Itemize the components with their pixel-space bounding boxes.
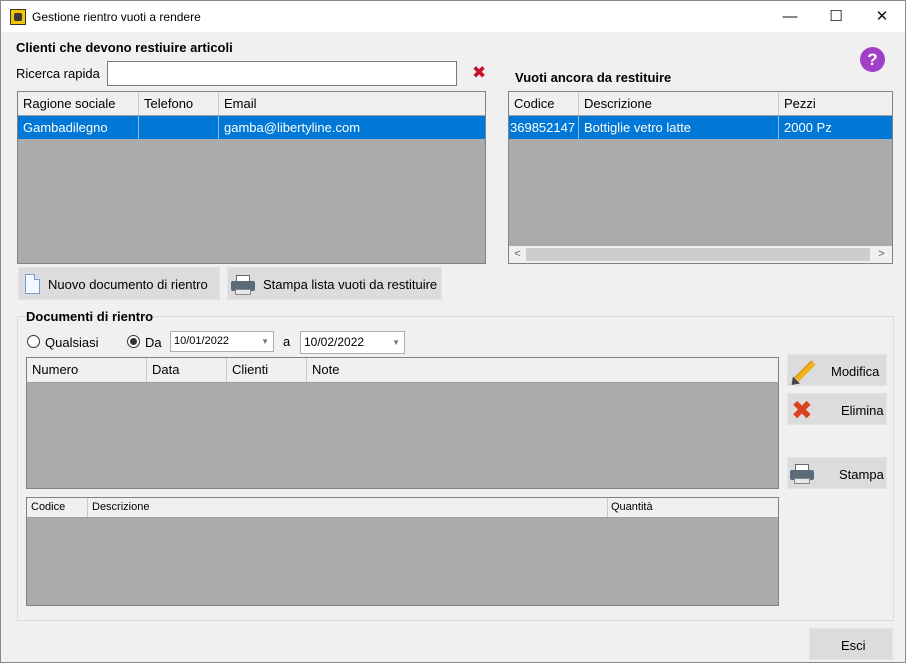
date-to-label: a <box>283 334 291 349</box>
window-title: Gestione rientro vuoti a rendere <box>32 10 201 24</box>
title-bar: Gestione rientro vuoti a rendere — ☐ ✕ <box>1 1 905 32</box>
cell-descrizione: Bottiglie vetro latte <box>579 116 779 139</box>
scroll-thumb[interactable] <box>526 248 870 261</box>
scroll-right-icon[interactable]: > <box>873 246 890 263</box>
delete-label: Elimina <box>841 403 884 418</box>
column-header[interactable]: Clienti <box>227 358 307 382</box>
column-header[interactable]: Codice <box>509 92 579 115</box>
date-to-picker[interactable]: 10/02/2022 ▼ <box>300 331 405 354</box>
delete-x-icon: ✖ <box>791 395 813 425</box>
clients-section-title: Clienti che devono restiuire articoli <box>16 40 233 55</box>
clients-grid-header: Ragione sociale Telefono Email <box>18 92 485 116</box>
cell-telefono <box>139 116 219 139</box>
printer-icon <box>231 275 255 295</box>
column-header[interactable]: Codice <box>27 498 88 517</box>
printer-icon <box>790 464 814 484</box>
table-row[interactable]: 369852147 Bottiglie vetro latte 2000 Pz <box>509 116 892 139</box>
filter-from-radio[interactable] <box>127 335 140 348</box>
column-header[interactable]: Telefono <box>139 92 219 115</box>
new-document-label: Nuovo documento di rientro <box>48 277 208 292</box>
column-header[interactable]: Descrizione <box>579 92 779 115</box>
date-from-value: 10/01/2022 <box>174 335 230 347</box>
filter-any-label[interactable]: Qualsiasi <box>45 335 98 350</box>
cell-codice: 369852147 <box>509 116 579 139</box>
empties-grid[interactable]: Codice Descrizione Pezzi 369852147 Botti… <box>508 91 893 264</box>
new-document-button[interactable]: Nuovo documento di rientro <box>18 267 220 300</box>
table-row[interactable]: Gambadilegno gamba@libertyline.com <box>18 116 485 139</box>
empties-grid-header: Codice Descrizione Pezzi <box>509 92 892 116</box>
new-document-icon <box>25 274 40 294</box>
detail-grid-header: Codice Descrizione Quantità <box>27 498 778 518</box>
column-header[interactable]: Data <box>147 358 227 382</box>
exit-label: Esci <box>841 638 866 653</box>
delete-button[interactable]: ✖ Elimina <box>787 393 887 425</box>
exit-button[interactable]: Esci <box>809 628 893 660</box>
column-header[interactable]: Numero <box>27 358 147 382</box>
chevron-down-icon[interactable]: ▼ <box>392 332 400 353</box>
minimize-button[interactable]: — <box>767 1 813 32</box>
clear-search-icon[interactable]: ✖ <box>472 63 486 83</box>
filter-from-label[interactable]: Da <box>145 335 162 350</box>
column-header[interactable]: Pezzi <box>779 92 892 115</box>
cell-ragione-sociale: Gambadilegno <box>18 116 139 139</box>
column-header[interactable]: Descrizione <box>88 498 608 517</box>
filter-any-radio[interactable] <box>27 335 40 348</box>
modify-button[interactable]: Modifica <box>787 354 887 389</box>
empties-section-title: Vuoti ancora da restituire <box>515 70 672 85</box>
cell-pezzi: 2000 Pz <box>784 120 832 135</box>
app-icon <box>10 9 26 25</box>
cell-email: gamba@libertyline.com <box>224 120 361 135</box>
scroll-left-icon[interactable]: < <box>509 246 526 263</box>
date-from-picker[interactable]: 10/01/2022 ▼ <box>170 331 274 352</box>
column-header[interactable]: Note <box>307 358 778 382</box>
help-icon[interactable]: ? <box>860 47 885 72</box>
horizontal-scrollbar[interactable]: < > <box>509 246 892 263</box>
date-to-value: 10/02/2022 <box>304 335 365 349</box>
print-label: Stampa <box>839 467 884 482</box>
print-list-button[interactable]: Stampa lista vuoti da restituire <box>227 267 442 300</box>
close-button[interactable]: ✕ <box>859 1 905 32</box>
print-button[interactable]: Stampa <box>787 457 887 489</box>
maximize-button[interactable]: ☐ <box>813 1 859 32</box>
column-header[interactable]: Quantità <box>608 498 778 517</box>
print-list-label: Stampa lista vuoti da restituire <box>263 277 438 292</box>
pencil-icon <box>787 358 816 389</box>
search-label: Ricerca rapida <box>16 66 100 81</box>
column-header[interactable]: Ragione sociale <box>18 92 139 115</box>
chevron-down-icon[interactable]: ▼ <box>261 332 269 351</box>
documents-grid[interactable]: Numero Data Clienti Note <box>26 357 779 489</box>
documents-section-title: Documenti di rientro <box>26 309 154 324</box>
modify-label: Modifica <box>831 364 880 379</box>
search-input[interactable] <box>107 61 457 86</box>
clients-grid[interactable]: Ragione sociale Telefono Email Gambadile… <box>17 91 486 264</box>
document-detail-grid[interactable]: Codice Descrizione Quantità <box>26 497 779 606</box>
column-header[interactable]: Email <box>219 92 485 115</box>
documents-grid-header: Numero Data Clienti Note <box>27 358 778 383</box>
main-window: Gestione rientro vuoti a rendere — ☐ ✕ ?… <box>0 0 906 663</box>
